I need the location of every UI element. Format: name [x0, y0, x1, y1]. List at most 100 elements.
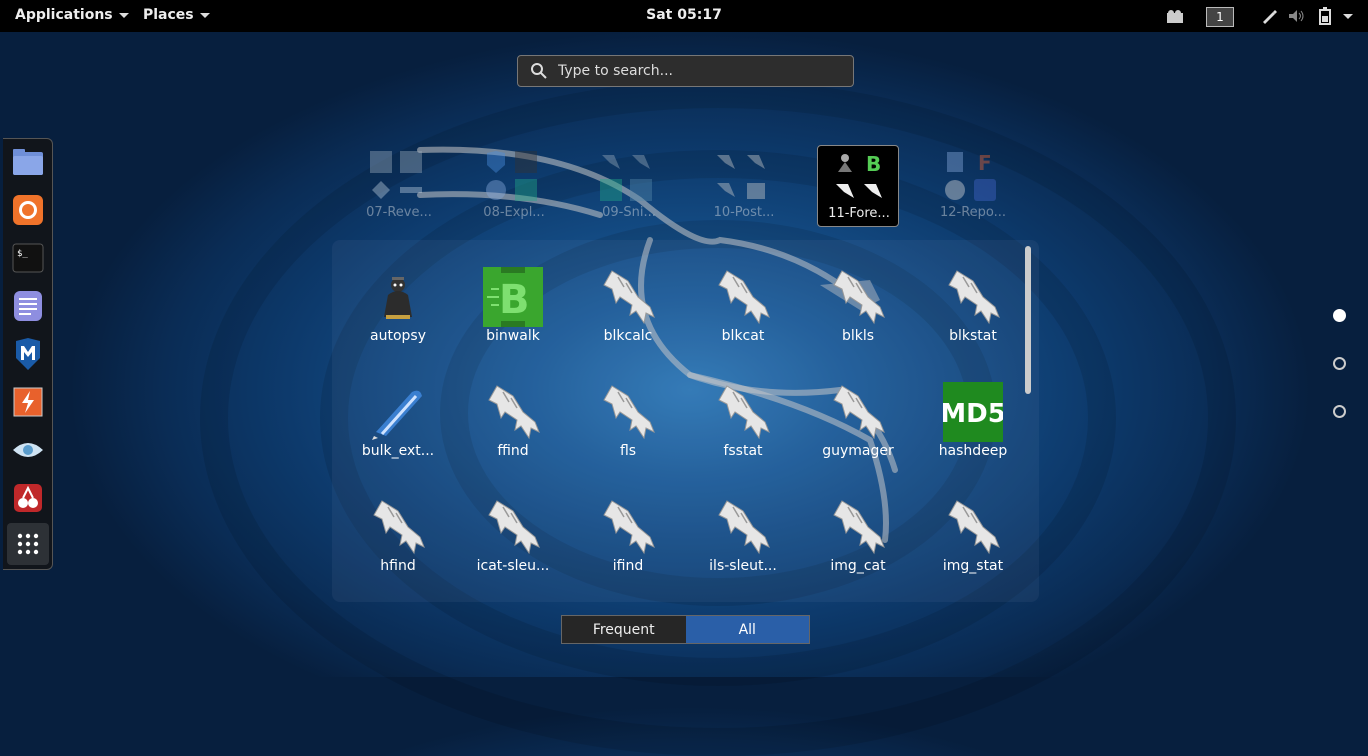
- app-tile-blkcalc[interactable]: blkcalc: [573, 255, 683, 360]
- cherrytree-icon[interactable]: [9, 479, 47, 517]
- app-tile-bulk-ext[interactable]: bulk_ext...: [343, 370, 453, 475]
- top-bar: Applications Places Sat 05:17 1: [0, 0, 1368, 32]
- volume-icon[interactable]: [1286, 6, 1308, 26]
- autopsy-icon: [384, 277, 412, 319]
- app-tile-fls[interactable]: fls: [573, 370, 683, 475]
- app-label: icat-sleu...: [476, 558, 550, 574]
- applications-label: Applications: [15, 7, 113, 23]
- kali-dragon-icon: [373, 500, 425, 555]
- svg-text:$_: $_: [17, 249, 28, 259]
- app-label: img_stat: [942, 558, 1004, 574]
- folder-label: 07-Reve...: [366, 205, 432, 220]
- app-label: guymager: [822, 443, 894, 459]
- frequent-button[interactable]: Frequent: [562, 616, 686, 643]
- workspace-indicator[interactable]: 1: [1206, 7, 1234, 27]
- page-indicator-2[interactable]: [1333, 357, 1346, 370]
- firefox-icon[interactable]: [9, 191, 47, 229]
- app-tile-blkcat[interactable]: blkcat: [688, 255, 798, 360]
- kali-dragon-icon: [488, 385, 540, 440]
- kali-dragon-icon: [833, 500, 885, 555]
- text-editor-icon[interactable]: [9, 287, 47, 325]
- app-label: blkcalc: [603, 328, 653, 344]
- all-button[interactable]: All: [685, 616, 809, 643]
- app-tile-img-stat[interactable]: img_stat: [918, 485, 1028, 590]
- app-tile-hashdeep[interactable]: MD5 hashdeep: [918, 370, 1028, 475]
- kali-dragon-icon: [718, 270, 770, 325]
- svg-text:B: B: [866, 152, 881, 174]
- burpsuite-icon[interactable]: [9, 383, 47, 421]
- app-grid-icon: [17, 533, 39, 555]
- battery-icon[interactable]: [1314, 6, 1336, 26]
- folder-label: 12-Repo...: [939, 205, 1007, 220]
- places-menu[interactable]: Places: [143, 7, 210, 23]
- app-tile-guymager[interactable]: guymager: [803, 370, 913, 475]
- dash: $_: [3, 138, 53, 570]
- app-tile-fsstat[interactable]: fsstat: [688, 370, 798, 475]
- terminal-icon[interactable]: $_: [9, 239, 47, 277]
- app-tile-ffind[interactable]: ffind: [458, 370, 568, 475]
- folder-label: 09-Sni...: [602, 205, 656, 220]
- svg-text:F: F: [978, 151, 992, 173]
- app-tile-img-cat[interactable]: img_cat: [803, 485, 913, 590]
- app-label: blkls: [841, 328, 875, 344]
- app-label: blkcat: [721, 328, 765, 344]
- places-label: Places: [143, 7, 194, 23]
- view-toggle: Frequent All: [561, 615, 810, 644]
- metasploit-icon[interactable]: [9, 335, 47, 373]
- folder-10[interactable]: 10-Post...: [703, 145, 785, 227]
- kali-dragon-icon: [833, 270, 885, 325]
- folder-08[interactable]: 08-Expl...: [473, 145, 555, 227]
- kali-dragon-icon: [488, 500, 540, 555]
- binwalk-icon: B: [483, 267, 543, 327]
- app-tile-ifind[interactable]: ifind: [573, 485, 683, 590]
- chevron-down-icon: [118, 12, 129, 18]
- app-tile-hfind[interactable]: hfind: [343, 485, 453, 590]
- app-tile-ils-sleut[interactable]: ils-sleut...: [688, 485, 798, 590]
- app-label: ffind: [497, 443, 529, 459]
- app-label: fls: [619, 443, 637, 459]
- folder-label: 11-Fore...: [828, 206, 890, 221]
- folder-07[interactable]: 07-Reve...: [358, 145, 440, 227]
- system-menu-chevron[interactable]: [1340, 6, 1356, 26]
- app-label: blkstat: [949, 328, 997, 344]
- bulk-extractor-icon: [372, 390, 422, 440]
- clock[interactable]: Sat 05:17: [646, 7, 722, 23]
- search-box[interactable]: [517, 55, 854, 87]
- page-indicator-3[interactable]: [1333, 405, 1346, 418]
- kali-dragon-icon: [718, 500, 770, 555]
- app-label: img_cat: [830, 558, 886, 574]
- search-icon: [531, 63, 547, 79]
- app-label: ifind: [612, 558, 644, 574]
- folder-label: 10-Post...: [713, 205, 775, 220]
- files-icon[interactable]: [9, 143, 47, 181]
- camera-icon[interactable]: [1164, 6, 1186, 26]
- app-tile-blkls[interactable]: blkls: [803, 255, 913, 360]
- app-label: ils-sleut...: [709, 558, 777, 574]
- search-input[interactable]: [556, 62, 840, 80]
- app-tile-autopsy[interactable]: autopsy: [343, 255, 453, 360]
- folder-11[interactable]: B 11-Fore...: [817, 145, 899, 227]
- page-indicator-1[interactable]: [1333, 309, 1346, 322]
- kali-dragon-icon: [948, 500, 1000, 555]
- kali-dragon-icon: [603, 500, 655, 555]
- eye-icon[interactable]: [9, 431, 47, 469]
- app-tile-binwalk[interactable]: Bbinwalk: [458, 255, 568, 360]
- app-label: hashdeep: [938, 443, 1008, 459]
- app-label: binwalk: [486, 328, 540, 344]
- folder-12[interactable]: F 12-Repo...: [932, 145, 1014, 227]
- app-label: autopsy: [370, 328, 426, 344]
- folder-09[interactable]: 09-Sni...: [588, 145, 670, 227]
- pen-icon[interactable]: [1258, 6, 1280, 26]
- kali-dragon-icon: [603, 270, 655, 325]
- folder-label: 08-Expl...: [483, 205, 545, 220]
- kali-dragon-icon: [718, 385, 770, 440]
- kali-dragon-icon: [948, 270, 1000, 325]
- chevron-down-icon: [199, 12, 210, 18]
- show-applications-button[interactable]: [7, 523, 49, 565]
- svg-text:B: B: [499, 277, 530, 323]
- chevron-down-icon: [1343, 13, 1353, 19]
- applications-menu[interactable]: Applications: [15, 7, 129, 23]
- app-label: bulk_ext...: [361, 443, 435, 459]
- app-tile-icat-sleu[interactable]: icat-sleu...: [458, 485, 568, 590]
- app-tile-blkstat[interactable]: blkstat: [918, 255, 1028, 360]
